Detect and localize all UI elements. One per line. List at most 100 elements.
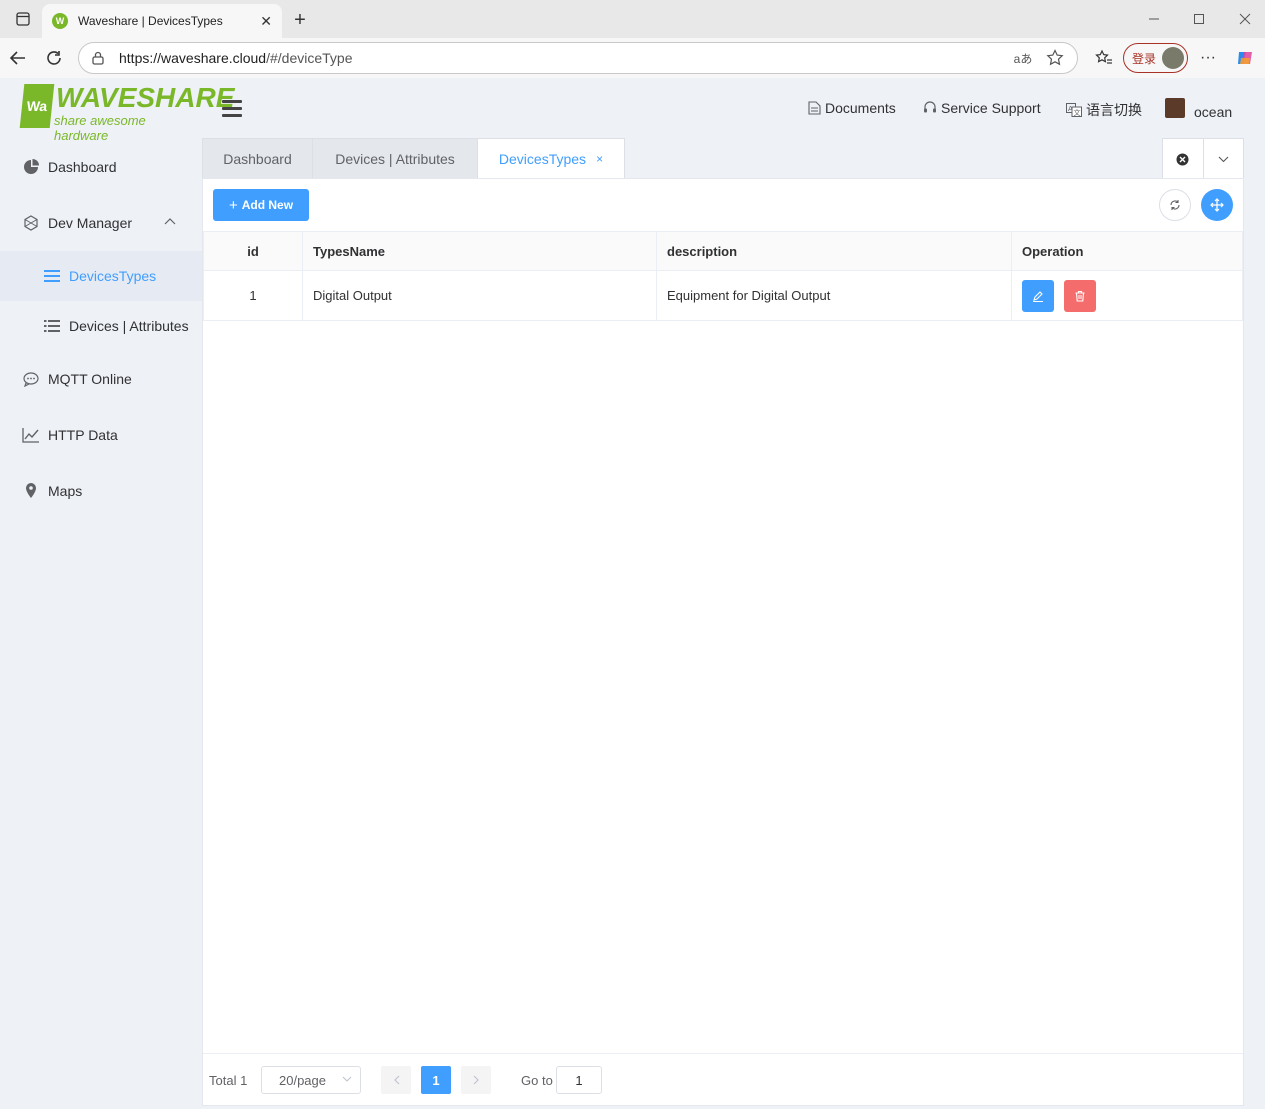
tab-devices-attributes[interactable]: Devices | Attributes — [312, 138, 478, 179]
favorites-icon[interactable] — [1090, 44, 1118, 72]
minimize-icon[interactable] — [1131, 0, 1177, 38]
sidebar-item-maps[interactable]: Maps — [0, 466, 202, 516]
new-tab-button[interactable]: + — [286, 6, 314, 34]
cell-id: 1 — [203, 270, 303, 321]
back-icon[interactable] — [4, 44, 32, 72]
reload-icon[interactable] — [40, 44, 68, 72]
login-button[interactable]: 登录 — [1123, 43, 1188, 73]
profile-avatar — [1162, 47, 1184, 69]
more-menu-icon[interactable]: ··· — [1194, 44, 1222, 72]
pie-chart-icon — [22, 158, 40, 176]
chevron-down-icon — [342, 1073, 352, 1085]
tab-dashboard[interactable]: Dashboard — [202, 138, 313, 179]
edit-button[interactable] — [1022, 279, 1054, 312]
login-label: 登录 — [1132, 51, 1157, 66]
sidebar: Wa WAVESHARE share awesome hardware Dash… — [0, 78, 234, 1109]
app-header: Documents Service Support A文 语言切换 ocean — [202, 78, 1265, 138]
move-columns-button[interactable] — [1201, 189, 1233, 221]
refresh-icon — [1170, 200, 1180, 210]
maximize-icon[interactable] — [1176, 0, 1222, 38]
close-all-tabs-icon[interactable] — [1163, 139, 1203, 179]
hamburger-menu-icon[interactable] — [222, 100, 242, 118]
tab-label: Devices | Attributes — [335, 151, 455, 167]
main-panel: + Add New id TypesName description Opera… — [202, 178, 1244, 1106]
app-root: Wa WAVESHARE share awesome hardware Dash… — [0, 78, 1265, 1109]
sidebar-item-label: MQTT Online — [48, 371, 132, 387]
sidebar-item-devices-attributes[interactable]: Devices | Attributes — [0, 301, 202, 351]
refresh-button[interactable] — [1159, 189, 1191, 221]
page-number-current[interactable]: 1 — [421, 1066, 451, 1094]
chevron-up-icon[interactable] — [164, 214, 176, 228]
pagination: Total 1 20/page 1 Go to 1 — [203, 1053, 1243, 1105]
device-types-table: id TypesName description Operation 1 Dig… — [203, 231, 1243, 321]
cell-typesname: Digital Output — [302, 270, 657, 321]
url-host: https://waveshare.cloud — [119, 50, 267, 66]
user-avatar[interactable] — [1165, 98, 1185, 118]
browser-tab-strip: W Waveshare | DevicesTypes ✕ + — [0, 0, 1265, 38]
tab-label: DevicesTypes — [498, 150, 587, 167]
sidebar-item-label: Maps — [48, 483, 83, 499]
browser-tab[interactable]: W Waveshare | DevicesTypes ✕ — [42, 4, 282, 38]
add-new-button[interactable]: + Add New — [213, 189, 309, 221]
user-menu[interactable]: ocean — [1194, 104, 1232, 120]
copilot-icon[interactable] — [1231, 44, 1259, 72]
sidebar-item-devicestypes[interactable]: DevicesTypes — [0, 251, 202, 301]
next-page-button[interactable] — [461, 1066, 491, 1094]
service-support-label: Service Support — [941, 100, 1041, 116]
sidebar-item-dev-manager[interactable]: Dev Manager — [0, 198, 202, 248]
trash-icon — [1075, 290, 1085, 302]
location-icon — [22, 482, 40, 500]
close-window-icon[interactable] — [1222, 0, 1265, 38]
tab-label: Dashboard — [223, 151, 292, 167]
sidebar-item-label: Dashboard — [48, 159, 117, 175]
favorite-star-icon[interactable] — [1045, 48, 1065, 68]
waveshare-favicon-icon: W — [52, 13, 68, 29]
prev-page-button[interactable] — [381, 1066, 411, 1094]
url-path: /#/deviceType — [266, 50, 353, 66]
site-info-icon[interactable] — [91, 49, 109, 67]
chevron-left-icon — [393, 1075, 399, 1085]
close-tab-icon[interactable]: ✕ — [260, 13, 272, 30]
column-header-typesname[interactable]: TypesName — [302, 231, 657, 271]
language-switch[interactable]: A文 语言切换 — [1066, 100, 1142, 120]
list-icon — [43, 317, 61, 335]
cell-operation — [1011, 270, 1243, 321]
username-label: ocean — [1194, 104, 1233, 120]
sidebar-item-dashboard[interactable]: Dashboard — [0, 142, 202, 192]
svg-text:文: 文 — [1074, 108, 1081, 117]
close-tab-x-icon[interactable]: × — [596, 152, 603, 166]
tab-devicestypes[interactable]: DevicesTypes × — [477, 138, 625, 179]
chevron-down-icon[interactable] — [1202, 139, 1244, 179]
list-icon — [43, 267, 61, 285]
table-row[interactable]: 1 Digital Output Equipment for Digital O… — [203, 270, 1243, 321]
service-support-link[interactable]: Service Support — [923, 100, 1041, 116]
delete-button[interactable] — [1063, 279, 1096, 312]
page-size-value: 20/page — [279, 1072, 326, 1088]
browser-toolbar: https://waveshare.cloud/#/deviceType aあ … — [0, 38, 1265, 78]
translate-icon: A文 — [1066, 103, 1082, 117]
tab-actions-icon[interactable] — [0, 0, 46, 38]
language-label: 语言切换 — [1086, 102, 1142, 118]
logo-mark: Wa — [19, 84, 55, 128]
edit-icon — [1033, 290, 1043, 302]
documents-link[interactable]: Documents — [808, 100, 896, 116]
table-header-row: id TypesName description Operation — [203, 231, 1243, 271]
page-size-select[interactable]: 20/page — [261, 1066, 361, 1094]
sidebar-item-http-data[interactable]: HTTP Data — [0, 410, 202, 460]
sidebar-item-label: DevicesTypes — [69, 268, 157, 284]
goto-page-input[interactable]: 1 — [556, 1066, 602, 1094]
chat-icon — [22, 370, 40, 388]
line-chart-icon — [22, 426, 40, 444]
sidebar-item-mqtt-online[interactable]: MQTT Online — [0, 354, 202, 404]
sidebar-item-label: HTTP Data — [48, 427, 118, 443]
address-bar[interactable]: https://waveshare.cloud/#/deviceType aあ — [78, 42, 1078, 74]
column-header-description[interactable]: description — [656, 231, 1012, 271]
read-aloud-icon[interactable]: aあ — [1013, 48, 1033, 68]
add-new-label: Add New — [241, 198, 294, 212]
column-header-operation: Operation — [1011, 231, 1243, 271]
waveshare-logo[interactable]: Wa WAVESHARE share awesome hardware — [19, 82, 234, 143]
plus-icon: + — [228, 196, 238, 214]
chevron-right-icon — [473, 1075, 479, 1085]
hexagon-icon — [22, 214, 40, 232]
column-header-id[interactable]: id — [203, 231, 303, 271]
